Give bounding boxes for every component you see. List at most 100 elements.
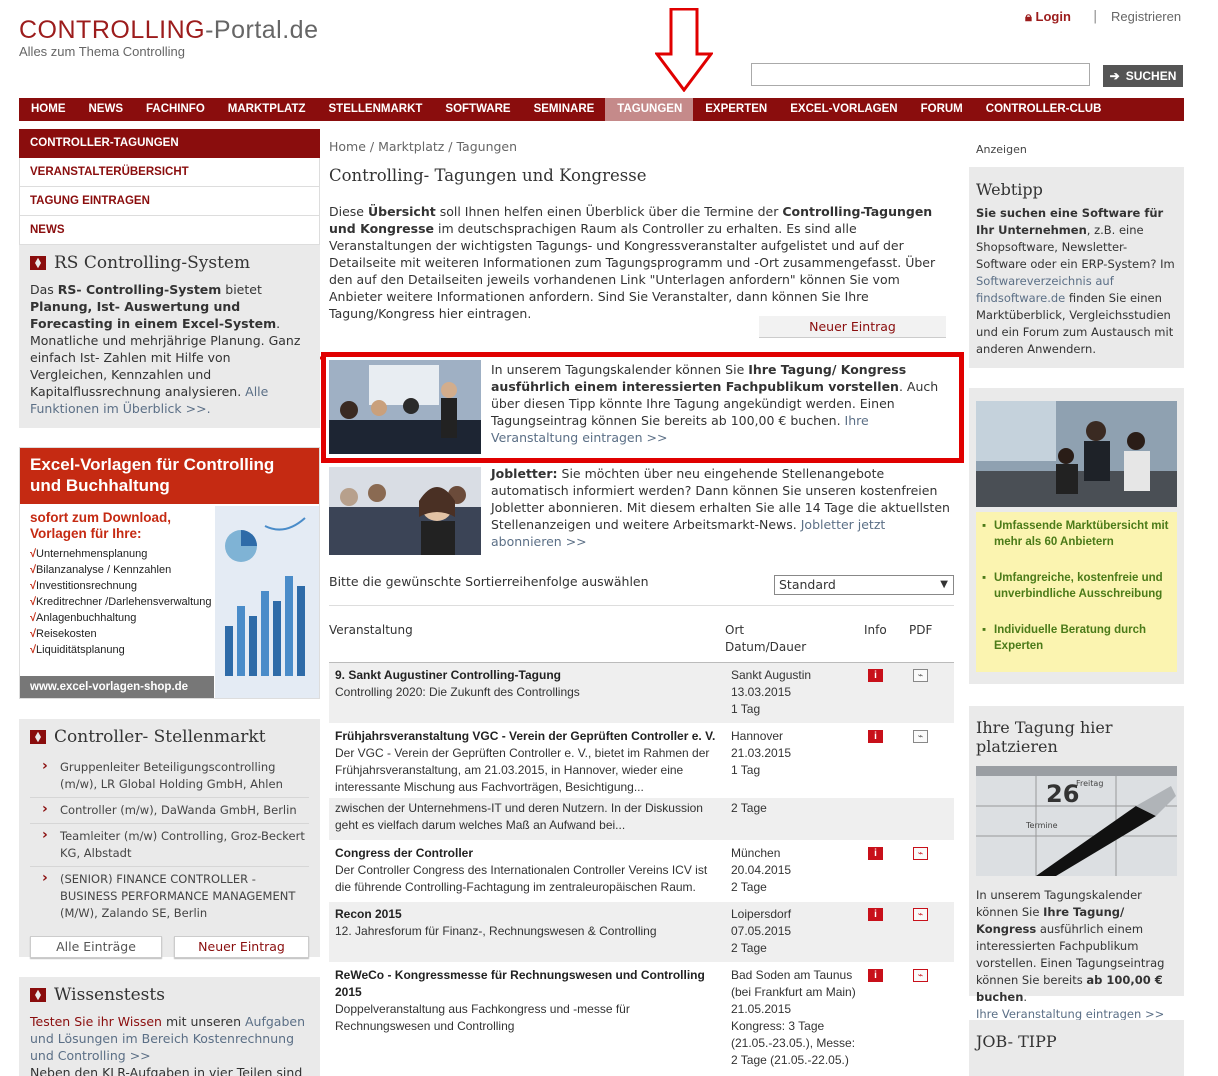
- table-row[interactable]: Recon 2015 12. Jahresforum für Finanz-, R…: [329, 902, 954, 962]
- dropdown-caret-icon: ▼: [940, 579, 948, 590]
- rs-description: Das RS- Controlling-System bietet Planun…: [30, 281, 309, 417]
- wissen-text-1: mit unseren: [161, 1014, 245, 1029]
- jobtipp-box: JOB- TIPP: [969, 1020, 1184, 1076]
- login-link[interactable]: 🔒︎ Login: [1025, 9, 1071, 25]
- excel-item-label: Unternehmensplanung: [36, 548, 148, 560]
- jobtipp-title: JOB- TIPP: [976, 1032, 1057, 1051]
- excel-vorlagen-banner[interactable]: Excel-Vorlagen für Controlling und Buchh…: [19, 447, 320, 699]
- search-button[interactable]: ➔ SUCHEN: [1103, 65, 1183, 87]
- nav-excel-vorlagen[interactable]: EXCEL-VORLAGEN: [778, 98, 908, 121]
- all-entries-button[interactable]: Alle Einträge: [30, 936, 163, 958]
- nav-marktplatz[interactable]: MARKTPLATZ: [216, 98, 317, 121]
- wissen-box-title: Wissenstests: [30, 985, 309, 1005]
- calendar-pen-photo: 26 Freitag Termine: [976, 766, 1177, 876]
- pdf-cell: ⌁: [913, 730, 928, 743]
- header-separator: |: [1093, 9, 1098, 24]
- event-title[interactable]: Congress der Controller: [335, 846, 473, 860]
- nav-news[interactable]: NEWS: [77, 98, 135, 121]
- job-item[interactable]: Teamleiter (m/w) Controlling, Groz-Becke…: [30, 824, 309, 867]
- new-job-entry-button[interactable]: Neuer Eintrag: [174, 936, 309, 958]
- own-link[interactable]: Ihre Veranstaltung eintragen >>: [976, 1007, 1164, 1021]
- nav-home[interactable]: HOME: [19, 98, 77, 121]
- job-item[interactable]: Controller (m/w), DaWanda GmbH, Berlin: [30, 798, 309, 824]
- main-nav: HOME NEWS FACHINFO MARKTPLATZ STELLENMAR…: [19, 98, 1184, 121]
- jobletter-photo: [329, 467, 481, 555]
- intro-text-1: Diese: [329, 204, 368, 219]
- webtipp-text: Sie suchen eine Software für Ihr Unterne…: [976, 205, 1177, 358]
- table-row[interactable]: 9. Sankt Augustiner Controlling-Tagung Co…: [329, 663, 954, 723]
- event-title[interactable]: ReWeCo - Kongressmesse für Rechnungswese…: [335, 968, 705, 999]
- info-icon[interactable]: i: [868, 969, 883, 982]
- pdf-icon[interactable]: ⌁: [913, 969, 928, 982]
- jobs-buttons: Alle Einträge Neuer Eintrag: [30, 936, 309, 958]
- nav-software[interactable]: SOFTWARE: [433, 98, 521, 121]
- logo-main-text: CONTROLLING: [19, 16, 206, 44]
- place-cell: München 20.04.2015 2 Tage: [731, 845, 856, 896]
- divider: [329, 605, 954, 606]
- nav-experten[interactable]: EXPERTEN: [693, 98, 778, 121]
- benefit-item: Umfangreiche, kostenfreie und unverbindl…: [982, 570, 1173, 602]
- event-title[interactable]: 9. Sankt Augustiner Controlling-Tagung: [335, 668, 561, 682]
- breadcrumb[interactable]: Home / Marktplatz / Tagungen: [329, 139, 955, 154]
- submenu-tagung-eintragen[interactable]: TAGUNG EINTRAGEN: [19, 187, 320, 216]
- rs-logo-icon: [30, 256, 46, 270]
- table-header: Veranstaltung Ort Datum/Dauer Info PDF: [329, 623, 954, 663]
- nav-stellenmarkt[interactable]: STELLENMARKT: [317, 98, 434, 121]
- pdf-cell: ⌁: [913, 669, 928, 682]
- th-place: Ort: [725, 623, 745, 637]
- pdf-icon[interactable]: ⌁: [913, 669, 928, 682]
- sort-select[interactable]: Standard ▼: [774, 575, 954, 595]
- excel-item-label: Kreditrechner /Darlehensverwaltung: [36, 596, 212, 608]
- nav-controller-club[interactable]: CONTROLLER-CLUB: [974, 98, 1113, 121]
- table-row[interactable]: zwischen der Unternehmens-IT und deren N…: [329, 798, 954, 840]
- event-cell: zwischen der Unternehmens-IT und deren N…: [335, 800, 720, 834]
- new-entry-button[interactable]: Neuer Eintrag: [759, 316, 946, 338]
- pdf-icon[interactable]: ⌁: [913, 730, 928, 743]
- search-input[interactable]: [751, 63, 1090, 86]
- nav-fachinfo[interactable]: FACHINFO: [134, 98, 216, 121]
- th-pdf: PDF: [909, 623, 933, 637]
- info-icon[interactable]: i: [868, 669, 883, 682]
- place-cell: Hannover 21.03.2015 1 Tag: [731, 728, 856, 779]
- info-cell: i: [868, 908, 883, 921]
- tagung-platzieren-box: Ihre Tagung hier platzieren 26 Freitag T…: [969, 706, 1184, 1021]
- place-cell: Bad Soden am Taunus (bei Frankfurt am Ma…: [731, 967, 856, 1069]
- job-item[interactable]: Gruppenleiter Beteiligungscontrolling (m…: [30, 755, 309, 798]
- site-logo[interactable]: CONTROLLING-Portal.de: [19, 16, 318, 45]
- info-icon[interactable]: i: [868, 730, 883, 743]
- wissen-test-link[interactable]: Testen Sie ihr Wissen: [30, 1014, 162, 1029]
- jobs-box-title: Controller- Stellenmarkt: [30, 727, 309, 747]
- calendar-term: Termine: [1025, 821, 1058, 830]
- nav-seminare[interactable]: SEMINARE: [522, 98, 606, 121]
- pdf-icon[interactable]: ⌁: [913, 847, 928, 860]
- findsoftware-ad[interactable]: Umfassende Marktübersicht mit mehr als 6…: [969, 388, 1184, 684]
- business-meeting-photo: [976, 401, 1177, 507]
- submenu-veranstalteruebersicht[interactable]: VERANSTALTERÜBERSICHT: [19, 158, 320, 187]
- intro-text-5: im deutschsprachigen Raum als Controller…: [329, 221, 936, 321]
- intro-text-2: Übersicht: [367, 204, 436, 219]
- table-row[interactable]: ReWeCo - Kongressmesse für Rechnungswese…: [329, 963, 954, 1073]
- nav-forum[interactable]: FORUM: [909, 98, 974, 121]
- calendar-day: 26: [1046, 780, 1079, 808]
- submenu-controller-tagungen[interactable]: CONTROLLER-TAGUNGEN: [19, 129, 320, 158]
- info-icon[interactable]: i: [868, 908, 883, 921]
- wissen-title-text: Wissenstests: [54, 985, 165, 1005]
- register-link[interactable]: Registrieren: [1111, 9, 1181, 24]
- excel-banner-head: Excel-Vorlagen für Controlling und Buchh…: [20, 448, 319, 504]
- tip2-text-1: Jobletter:: [491, 466, 558, 481]
- job-item[interactable]: (SENIOR) FINANCE CONTROLLER - BUSINESS P…: [30, 867, 309, 926]
- event-title[interactable]: Recon 2015: [335, 907, 402, 921]
- pdf-icon[interactable]: ⌁: [913, 908, 928, 921]
- info-icon[interactable]: i: [868, 847, 883, 860]
- submenu-news[interactable]: NEWS: [19, 216, 320, 245]
- calendar-weekday: Freitag: [1076, 779, 1103, 788]
- excel-shop-url[interactable]: www.excel-vorlagen-shop.de: [20, 676, 214, 698]
- table-row[interactable]: Frühjahrsveranstaltung VGC - Verein der …: [329, 724, 954, 800]
- event-desc: 12. Jahresforum für Finanz-, Rechnungswe…: [335, 924, 657, 938]
- sub-menu: CONTROLLER-TAGUNGEN VERANSTALTERÜBERSICH…: [19, 129, 320, 245]
- excel-item-label: Liquiditätsplanung: [36, 644, 125, 656]
- table-row[interactable]: Congress der Controller Der Controller Co…: [329, 841, 954, 901]
- nav-tagungen[interactable]: TAGUNGEN: [605, 98, 694, 121]
- event-title[interactable]: Frühjahrsveranstaltung VGC - Verein der …: [335, 729, 715, 743]
- event-desc: Der Controller Congress des Internationa…: [335, 863, 708, 894]
